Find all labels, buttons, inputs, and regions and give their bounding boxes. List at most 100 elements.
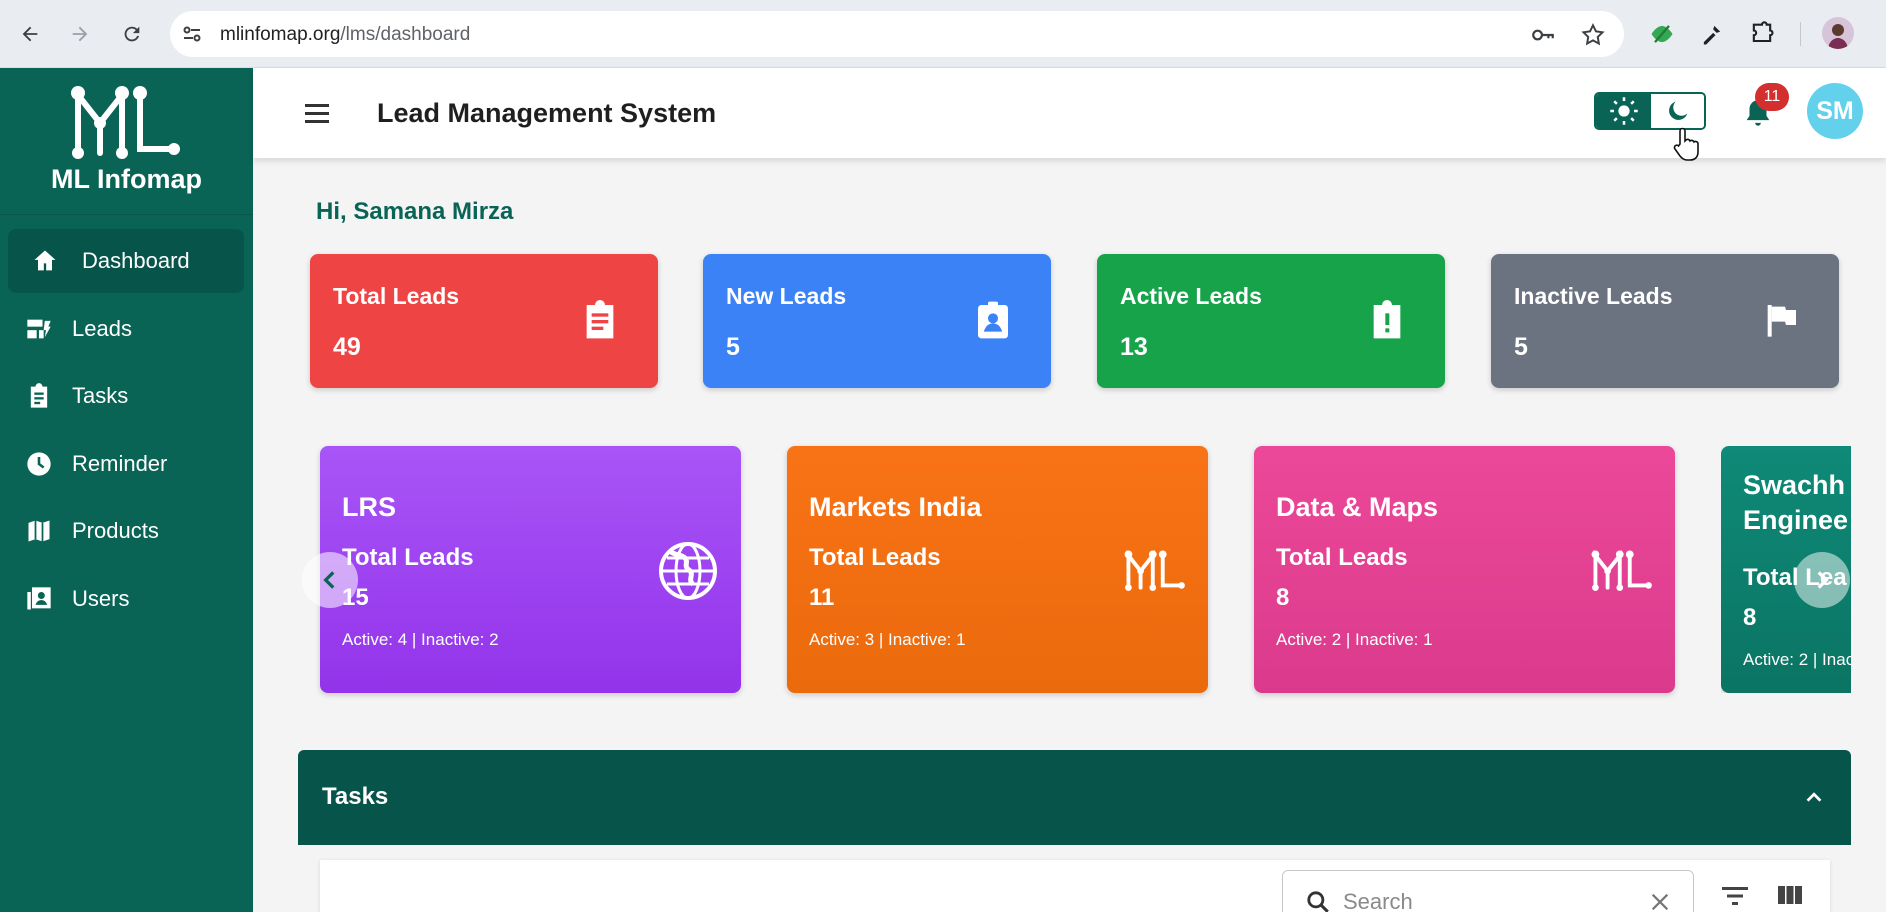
ml-logo-icon[interactable]	[70, 83, 182, 163]
site-settings-icon[interactable]	[180, 22, 204, 46]
url-text[interactable]: mlinfomap.org/lms/dashboard	[220, 24, 470, 46]
chevron-left-icon	[323, 571, 335, 589]
clear-search-icon[interactable]	[1649, 891, 1671, 912]
app-header: Lead Management System 11 SM	[253, 68, 1886, 161]
sidebar-divider	[0, 214, 253, 215]
hamburger-menu-icon[interactable]	[303, 101, 331, 125]
stat-value: 13	[1120, 333, 1148, 361]
sidebar-item-reminder[interactable]: Reminder	[8, 432, 244, 496]
browser-toolbar: mlinfomap.org/lms/dashboard	[0, 0, 1886, 68]
sidebar-item-label: Reminder	[72, 451, 168, 476]
profile-avatar-icon[interactable]	[1822, 17, 1854, 49]
puzzle-icon[interactable]	[1748, 20, 1776, 48]
stat-value: 49	[333, 333, 361, 361]
search-box[interactable]	[1282, 870, 1694, 912]
product-total-value: 11	[809, 584, 835, 611]
sidebar-item-label: Tasks	[72, 383, 129, 408]
stat-label: Total Leads	[333, 283, 460, 309]
sidebar: ML Infomap Dashboard Leads Tasks Reminde…	[0, 68, 253, 912]
clipboard-icon	[24, 381, 54, 411]
chevron-up-icon[interactable]	[1803, 786, 1825, 808]
product-total-label: Total Leads	[809, 544, 941, 571]
brand-name: ML Infomap	[51, 164, 202, 194]
carousel-next-button[interactable]	[1794, 552, 1850, 608]
stat-value: 5	[1514, 333, 1528, 361]
product-name: Markets India	[809, 492, 982, 522]
product-name: Data & Maps	[1276, 492, 1439, 522]
product-total-label: Total Leads	[342, 544, 474, 571]
product-name: Swachh Enginee	[1743, 468, 1848, 538]
carousel-prev-button[interactable]	[302, 552, 358, 608]
tasks-panel-header[interactable]: Tasks	[298, 750, 1851, 845]
theme-toggle[interactable]	[1594, 92, 1706, 130]
product-total-value: 8	[1743, 604, 1757, 631]
eyedropper-icon[interactable]	[1698, 20, 1726, 48]
home-icon	[30, 246, 60, 276]
user-avatar[interactable]: SM	[1807, 83, 1863, 139]
contact-badge-icon	[973, 300, 1013, 340]
url-host: mlinfomap.org	[220, 24, 341, 45]
product-name-line: Swachh	[1743, 470, 1846, 500]
stat-card-active-leads[interactable]: Active Leads 13	[1097, 254, 1445, 388]
stat-card-inactive-leads[interactable]: Inactive Leads 5	[1491, 254, 1839, 388]
stat-card-total-leads[interactable]: Total Leads 49	[310, 254, 658, 388]
dark-mode-button[interactable]	[1651, 94, 1704, 128]
product-name: LRS	[342, 492, 396, 522]
sidebar-item-tasks[interactable]: Tasks	[8, 364, 244, 428]
moon-icon	[1668, 101, 1687, 120]
ml-logo-icon	[1124, 540, 1186, 602]
product-card-markets-india[interactable]: Markets India Total Leads 11 Active: 3 |…	[787, 446, 1208, 693]
chevron-right-icon	[1817, 571, 1829, 589]
sidebar-item-users[interactable]: Users	[8, 567, 244, 631]
bookmark-star-icon[interactable]	[1580, 22, 1606, 48]
toolbar-divider	[1800, 22, 1801, 46]
clipboard-alert-icon	[1367, 300, 1407, 340]
sidebar-item-dashboard[interactable]: Dashboard	[8, 229, 244, 293]
back-arrow-icon[interactable]	[14, 18, 46, 50]
product-card-lrs[interactable]: LRS Total Leads 15 Active: 4 | Inactive:…	[320, 446, 741, 693]
url-path: /lms/dashboard	[340, 24, 471, 45]
stat-label: New Leads	[726, 283, 847, 309]
contacts-icon	[24, 584, 54, 614]
product-status-summary: Active: 2 | Inac	[1743, 650, 1851, 669]
globe-icon	[657, 540, 719, 602]
stat-label: Inactive Leads	[1514, 283, 1673, 309]
address-bar[interactable]: mlinfomap.org/lms/dashboard	[170, 11, 1624, 57]
reload-icon[interactable]	[116, 18, 148, 50]
greeting: Hi, Samana Mirza	[316, 198, 514, 225]
hand-cursor-icon	[1672, 126, 1700, 162]
leads-icon	[24, 314, 54, 344]
columns-icon[interactable]	[1776, 883, 1804, 907]
product-status-summary: Active: 4 | Inactive: 2	[342, 630, 499, 649]
password-key-icon[interactable]	[1530, 22, 1556, 48]
stat-value: 5	[726, 333, 740, 361]
product-total-value: 8	[1276, 584, 1290, 611]
page-title: Lead Management System	[377, 98, 717, 128]
forward-arrow-icon[interactable]	[64, 18, 96, 50]
sun-icon	[1609, 97, 1638, 125]
product-name-line: Enginee	[1743, 505, 1849, 536]
flag-icon	[1761, 300, 1801, 340]
light-mode-button[interactable]	[1596, 94, 1651, 128]
product-status-summary: Active: 2 | Inactive: 1	[1276, 630, 1433, 649]
tasks-title: Tasks	[322, 783, 389, 810]
sidebar-item-label: Dashboard	[82, 248, 190, 273]
search-icon	[1305, 889, 1331, 912]
extension-icon[interactable]	[1648, 20, 1676, 48]
stat-card-new-leads[interactable]: New Leads 5	[703, 254, 1051, 388]
ml-logo-icon	[1591, 540, 1653, 602]
filter-icon[interactable]	[1720, 884, 1750, 908]
notification-badge: 11	[1755, 83, 1789, 111]
stat-label: Active Leads	[1120, 283, 1262, 309]
product-status-summary: Active: 3 | Inactive: 1	[809, 630, 966, 649]
sidebar-item-label: Products	[72, 518, 159, 543]
search-input[interactable]	[1343, 887, 1633, 912]
sidebar-item-products[interactable]: Products	[8, 499, 244, 563]
product-total-label: Total Leads	[1276, 544, 1408, 571]
sidebar-item-label: Leads	[72, 316, 132, 341]
sidebar-item-leads[interactable]: Leads	[8, 297, 244, 361]
map-icon	[24, 516, 54, 546]
clipboard-list-icon	[580, 300, 620, 340]
product-card-data-and-maps[interactable]: Data & Maps Total Leads 8 Active: 2 | In…	[1254, 446, 1675, 693]
tasks-table-toolbar	[320, 860, 1830, 912]
